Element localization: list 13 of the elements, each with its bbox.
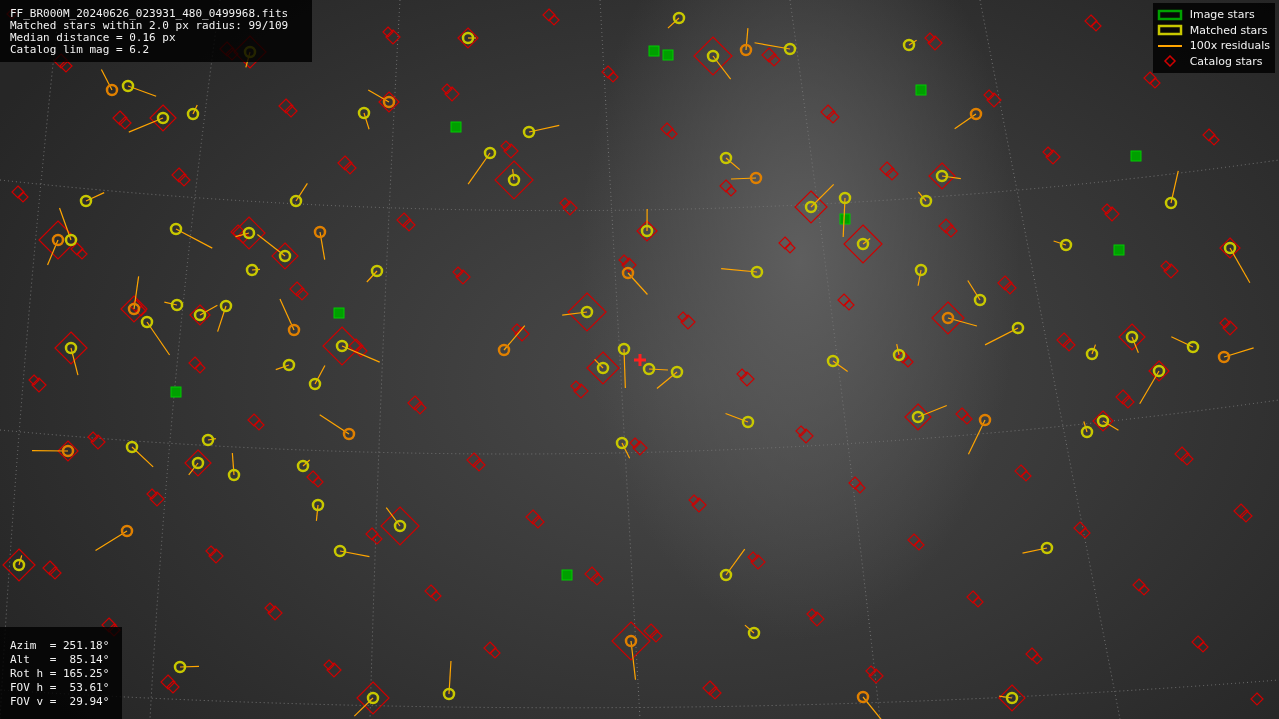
legend-label: Image stars	[1189, 8, 1255, 22]
pointing-text: FOV h = 53.61°	[10, 681, 111, 695]
pointing-text: Rot h = 165.25°	[10, 667, 111, 681]
info-text: FF_BR000M_20240626_023931_480_0499968.fits	[10, 8, 290, 20]
legend-label: Catalog stars	[1189, 54, 1263, 68]
pointing-text: Azim = 251.18°	[10, 639, 111, 653]
info-text: Catalog lim mag = 6.2	[10, 44, 151, 56]
pointing-text: Alt = 85.14°	[10, 653, 111, 667]
info-text: Median distance = 0.16 px	[10, 32, 177, 44]
legend-label: Matched stars	[1189, 23, 1268, 37]
info-text: Matched stars within 2.0 px radius: 99/109	[10, 20, 290, 32]
legend-label: 100x residuals	[1189, 39, 1270, 53]
pointing-text: FOV v = 29.94°	[10, 695, 111, 709]
